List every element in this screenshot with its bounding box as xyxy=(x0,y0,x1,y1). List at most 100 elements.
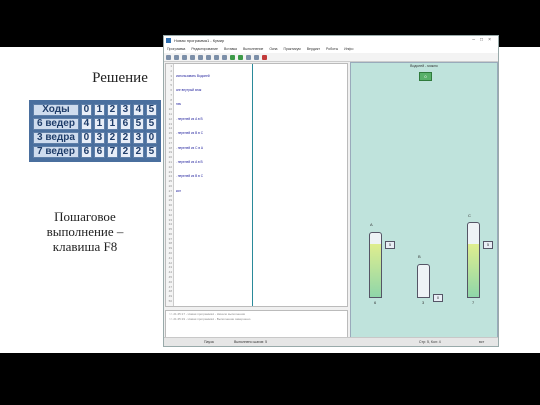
table-cell: 4 xyxy=(132,104,144,116)
table-cell: 7 xyxy=(106,146,118,158)
vessel-c xyxy=(467,222,480,298)
table-row: Ходы 0 1 2 3 4 5 xyxy=(33,104,157,116)
status-insert: вст xyxy=(479,340,485,344)
caption-line: клавиша F8 xyxy=(52,239,118,254)
paste-icon[interactable] xyxy=(222,54,227,60)
menu-item[interactable]: Программа xyxy=(167,47,185,51)
table-cell: 6 xyxy=(80,146,92,158)
run-icon[interactable] xyxy=(230,54,235,60)
vessel-amount: 0 xyxy=(433,294,443,302)
code-line: . перелей из A в B xyxy=(176,116,203,121)
table-cell: 5 xyxy=(145,146,157,158)
row-label: 6 ведер xyxy=(33,118,79,130)
vessel-a xyxy=(369,232,382,298)
slide-caption: Пошаговое выполнение – клавиша F8 xyxy=(20,209,150,254)
code-line: . перелей из B в C xyxy=(176,131,204,136)
code-line: использовать Водолей xyxy=(176,73,210,78)
menu-item[interactable]: Окна xyxy=(269,47,277,51)
new-file-icon[interactable] xyxy=(166,54,171,60)
save-icon[interactable] xyxy=(182,54,187,60)
caption-line: выполнение – xyxy=(46,224,124,239)
menu-item[interactable]: Инфо xyxy=(344,47,353,51)
vessel-name: B xyxy=(418,254,421,259)
output-line: >> 21:45:19 - Новая программа1 - Выполне… xyxy=(169,317,251,321)
row-label: 3 ведра xyxy=(33,132,79,144)
stop-icon[interactable] xyxy=(262,54,267,60)
table-row: 7 ведер 6 6 7 2 2 5 xyxy=(33,146,157,158)
vessel-amount: 5 xyxy=(483,241,493,249)
app-icon xyxy=(166,38,171,43)
table-cell: 2 xyxy=(119,146,131,158)
vessel-capacity: 7 xyxy=(472,300,475,305)
table-header-moves: Ходы xyxy=(33,104,79,116)
code-line: нач xyxy=(176,102,182,107)
table-cell: 2 xyxy=(132,146,144,158)
table-cell: 1 xyxy=(93,118,105,130)
code-line: . перелей из B в C xyxy=(176,174,204,179)
table-cell: 3 xyxy=(93,132,105,144)
table-cell: 5 xyxy=(145,104,157,116)
caption-line: Пошаговое xyxy=(54,209,116,224)
table-cell: 1 xyxy=(93,104,105,116)
menu-item[interactable]: Практикум xyxy=(283,47,300,51)
code-editor[interactable]: 1 2 3 4 5 6 7 8 9 10 11 12 13 14 15 16 17 18 19 20 21 22 23 24 2… xyxy=(165,63,348,307)
table-row: 3 ведра 0 3 2 2 3 0 xyxy=(33,132,157,144)
menu-item[interactable]: Выполнение xyxy=(243,47,263,51)
vessel-a-water xyxy=(370,243,381,297)
table-cell: 5 xyxy=(132,118,144,130)
code-line: . перелей из C в A xyxy=(176,145,204,150)
table-cell: 0 xyxy=(80,104,92,116)
step-icon[interactable] xyxy=(238,54,243,60)
kumir-window: Новая программа1 - Кумир –□× Программа Р… xyxy=(163,35,499,347)
table-cell: 0 xyxy=(80,132,92,144)
table-cell: 3 xyxy=(132,132,144,144)
moves-table: Ходы 0 1 2 3 4 5 6 ведер 4 1 1 6 5 5 3 в… xyxy=(29,100,161,162)
slide-heading: Решение xyxy=(92,70,148,86)
redo-icon[interactable] xyxy=(198,54,203,60)
window-controls[interactable]: –□× xyxy=(472,36,496,45)
copy-icon[interactable] xyxy=(214,54,219,60)
cut-icon[interactable] xyxy=(206,54,211,60)
open-file-icon[interactable] xyxy=(174,54,179,60)
vessel-amount: 5 xyxy=(385,241,395,249)
window-titlebar: Новая программа1 - Кумир –□× xyxy=(164,36,498,45)
table-cell: 1 xyxy=(106,118,118,130)
code-line: . перелей из A в B xyxy=(176,159,203,164)
vessel-b xyxy=(417,264,430,298)
vessel-c-water xyxy=(468,244,479,297)
status-bar: Пауза Выполнено шагов: 5 Стр: 5, Кол: 4 … xyxy=(164,337,498,346)
table-cell: 3 xyxy=(119,104,131,116)
step-out-icon[interactable] xyxy=(254,54,259,60)
code-line: алг внутрый знак xyxy=(176,87,202,92)
toolbar xyxy=(164,53,498,62)
table-cell: 4 xyxy=(80,118,92,130)
status-position: Стр: 5, Кол: 4 xyxy=(419,340,441,344)
status-mode: Пауза xyxy=(204,340,214,344)
code-area[interactable]: использовать Водолей алг внутрый знак на… xyxy=(176,64,210,203)
table-cell: 6 xyxy=(119,118,131,130)
vessel-capacity: 6 xyxy=(374,300,377,305)
table-row: 6 ведер 4 1 1 6 5 5 xyxy=(33,118,157,130)
robot-reset-button[interactable]: 0 xyxy=(419,72,432,81)
table-cell: 2 xyxy=(106,104,118,116)
vessel-name: A xyxy=(370,222,373,227)
menu-bar: Программа Редактирование Вставка Выполне… xyxy=(164,45,498,53)
menu-item[interactable]: Вердикт xyxy=(307,47,320,51)
table-cell: 5 xyxy=(145,118,157,130)
undo-icon[interactable] xyxy=(190,54,195,60)
table-cell: 2 xyxy=(106,132,118,144)
vessel-name: C xyxy=(468,213,471,218)
table-cell: 2 xyxy=(119,132,131,144)
robot-title: Водолей - можно xyxy=(410,64,438,68)
vessel-capacity: 3 xyxy=(422,300,425,305)
line-number-gutter: 1 2 3 4 5 6 7 8 9 10 11 12 13 14 15 16 17 18 19 20 21 22 23 24 2… xyxy=(166,64,174,306)
output-console: >> 21:45:17 - Новая программа1 - Начало … xyxy=(165,310,348,339)
menu-item[interactable]: Роботы xyxy=(326,47,338,51)
vodoley-robot-panel: Водолей - можно 0 A 5 6 B 0 3 C 5 7 xyxy=(350,62,498,338)
table-cell: 0 xyxy=(145,132,157,144)
menu-item[interactable]: Редактирование xyxy=(191,47,218,51)
menu-item[interactable]: Вставка xyxy=(224,47,237,51)
editor-splitter[interactable] xyxy=(252,64,253,306)
row-label: 7 ведер xyxy=(33,146,79,158)
step-into-icon[interactable] xyxy=(246,54,251,60)
